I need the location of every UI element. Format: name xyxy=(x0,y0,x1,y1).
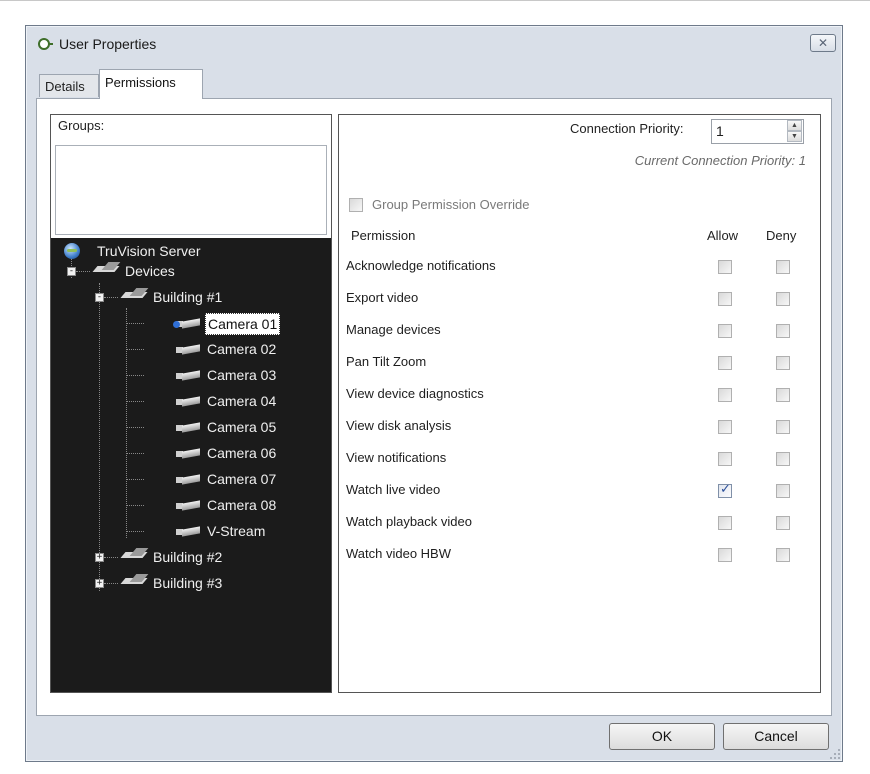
camera-icon xyxy=(176,500,202,512)
deny-checkbox[interactable] xyxy=(776,292,790,306)
deny-checkbox[interactable] xyxy=(776,388,790,402)
allow-checkbox[interactable] xyxy=(718,356,732,370)
groups-and-devices-panel: Groups: TruVision Server - Devices - Bui… xyxy=(50,114,332,693)
permission-row: View notifications xyxy=(339,443,820,475)
camera-icon xyxy=(176,448,202,460)
spin-down-icon[interactable]: ▼ xyxy=(787,131,802,142)
allow-checkbox[interactable] xyxy=(718,260,732,274)
expand-building3-icon[interactable]: + xyxy=(95,579,104,588)
permission-name: View device diagnostics xyxy=(346,386,484,401)
allow-checkbox[interactable] xyxy=(718,452,732,466)
top-border-line xyxy=(0,0,870,1)
allow-checkbox[interactable] xyxy=(718,482,732,498)
ok-button[interactable]: OK xyxy=(609,723,715,750)
deny-checkbox[interactable] xyxy=(776,484,790,498)
globe-icon xyxy=(64,243,80,259)
allow-checkbox[interactable] xyxy=(718,324,732,338)
deny-checkbox[interactable] xyxy=(776,324,790,338)
allow-checkbox[interactable] xyxy=(718,548,732,562)
permission-row: Watch playback video xyxy=(339,507,820,539)
permission-name: Watch video HBW xyxy=(346,546,451,561)
permission-row: Manage devices xyxy=(339,315,820,347)
allow-checkbox[interactable] xyxy=(718,516,732,530)
device-tree[interactable]: TruVision Server - Devices - Building #1… xyxy=(51,238,331,692)
permissions-header: Permission Allow Deny xyxy=(339,225,820,247)
allow-column-header: Allow xyxy=(707,228,739,243)
close-button[interactable]: ✕ xyxy=(810,34,836,52)
permission-name: Watch playback video xyxy=(346,514,472,529)
camera-active-icon xyxy=(173,318,202,330)
camera-icon xyxy=(176,396,202,408)
cancel-button[interactable]: Cancel xyxy=(723,723,829,750)
group-permission-override-label: Group Permission Override xyxy=(372,197,530,212)
permission-name: Manage devices xyxy=(346,322,441,337)
permission-row: Watch video HBW xyxy=(339,539,820,571)
permission-row: Pan Tilt Zoom xyxy=(339,347,820,379)
permission-row: Acknowledge notifications xyxy=(339,251,820,283)
deny-checkbox[interactable] xyxy=(776,516,790,530)
camera-icon xyxy=(176,526,202,538)
collapse-building1-icon[interactable]: - xyxy=(95,293,104,302)
camera-icon xyxy=(176,474,202,486)
current-connection-priority: Current Connection Priority: 1 xyxy=(634,153,806,168)
camera-icon xyxy=(176,370,202,382)
permission-name: View notifications xyxy=(346,450,447,465)
building-icon xyxy=(120,574,149,586)
user-properties-dialog: User Properties ✕ Details Permissions Gr… xyxy=(25,25,843,762)
deny-checkbox[interactable] xyxy=(776,356,790,370)
resize-grip-icon[interactable] xyxy=(829,748,841,760)
collapse-devices-icon[interactable]: - xyxy=(67,267,76,276)
expand-building2-icon[interactable]: + xyxy=(95,553,104,562)
connection-priority-value[interactable]: 1 xyxy=(716,123,724,139)
permission-name: Export video xyxy=(346,290,419,305)
allow-checkbox[interactable] xyxy=(718,292,732,306)
permission-row: View device diagnostics xyxy=(339,379,820,411)
allow-checkbox[interactable] xyxy=(718,388,732,402)
group-permission-override-checkbox[interactable] xyxy=(349,198,363,212)
allow-checkbox[interactable] xyxy=(718,420,732,434)
groups-label: Groups: xyxy=(58,118,105,133)
deny-column-header: Deny xyxy=(766,228,797,243)
permission-name: Acknowledge notifications xyxy=(346,258,496,273)
device-group-icon xyxy=(92,262,121,274)
dialog-title: User Properties xyxy=(59,36,157,52)
camera-icon xyxy=(176,344,202,356)
building-icon xyxy=(120,548,149,560)
tab-details[interactable]: Details xyxy=(39,74,99,97)
tab-permissions[interactable]: Permissions xyxy=(99,69,203,99)
permission-name: Watch live video xyxy=(346,482,441,497)
deny-checkbox[interactable] xyxy=(776,452,790,466)
deny-checkbox[interactable] xyxy=(776,548,790,562)
deny-checkbox[interactable] xyxy=(776,420,790,434)
building-icon xyxy=(120,288,149,300)
camera-icon xyxy=(176,422,202,434)
deny-checkbox[interactable] xyxy=(776,260,790,274)
connection-priority-spinner[interactable]: 1 ▲ ▼ xyxy=(711,119,804,144)
permission-name: Pan Tilt Zoom xyxy=(346,354,427,369)
permissions-panel: Connection Priority: 1 ▲ ▼ Current Conne… xyxy=(338,114,821,693)
permission-row: Export video xyxy=(339,283,820,315)
connection-priority-label: Connection Priority: xyxy=(570,121,684,136)
spin-up-icon[interactable]: ▲ xyxy=(787,120,802,131)
permission-column-header: Permission xyxy=(351,228,416,243)
groups-list[interactable] xyxy=(55,145,327,235)
permission-row: View disk analysis xyxy=(339,411,820,443)
permission-row: Watch live video xyxy=(339,475,820,507)
permission-name: View disk analysis xyxy=(346,418,452,433)
